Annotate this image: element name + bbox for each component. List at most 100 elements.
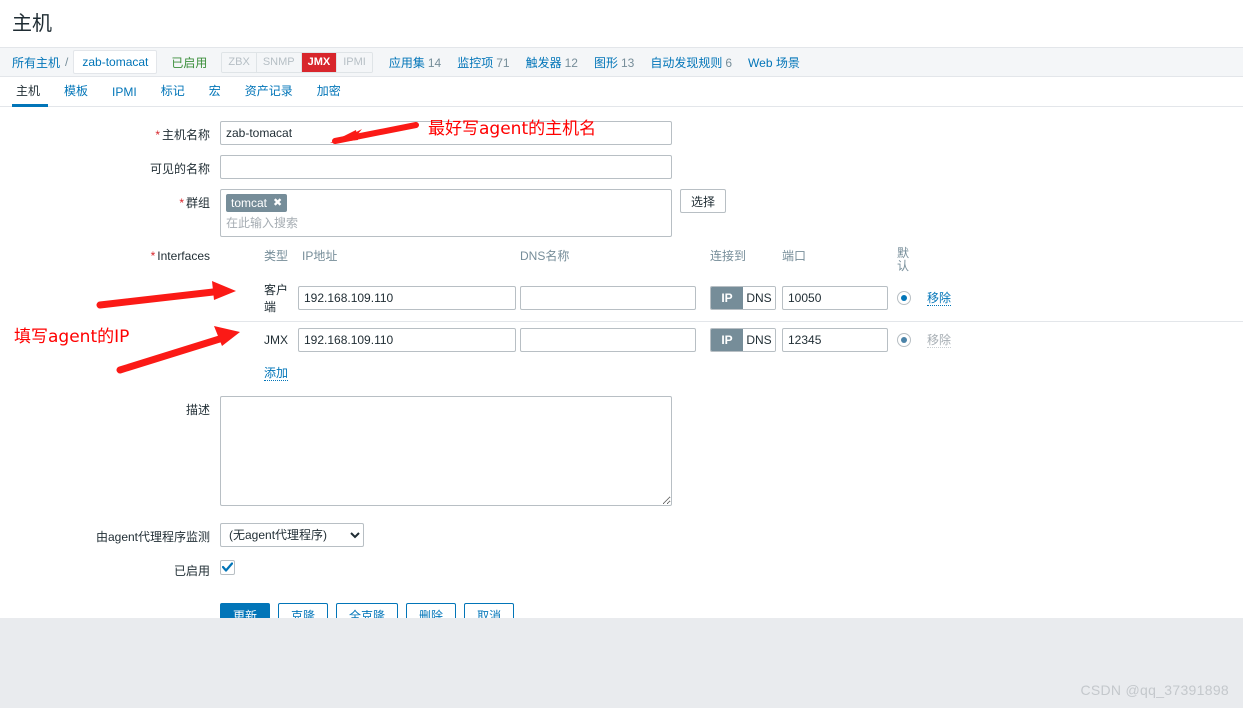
field-row-host-name: * 主机名称	[0, 121, 1243, 145]
tab-templates[interactable]: 模板	[52, 78, 100, 106]
protocol-badge-ipmi[interactable]: IPMI	[337, 52, 372, 72]
zabbix-host-config-page: 主机 所有主机 / zab-tomacat 已启用 ZBX SNMP JMX I…	[0, 0, 1243, 708]
tab-macros[interactable]: 宏	[197, 78, 233, 106]
interface-type-jmx: JMX	[264, 333, 288, 347]
protocol-badge-jmx[interactable]: JMX	[301, 52, 338, 72]
page-title-bar: 主机	[0, 0, 1243, 47]
interfaces-table-header: 类型 IP地址 DNS名称 连接到 端口 默 认	[220, 247, 1243, 275]
tab-host[interactable]: 主机	[12, 78, 52, 107]
host-form: *主机名称 可见的名称 *群组 tomcat ✖	[0, 107, 1243, 660]
page-background	[0, 618, 1243, 708]
tab-ipmi[interactable]: IPMI	[100, 81, 149, 106]
interface-port-input-jmx[interactable]	[782, 328, 888, 352]
host-groups-label-text: 群组	[185, 196, 210, 210]
required-marker: *	[150, 249, 156, 263]
connect-ip-option-jmx[interactable]: IP	[711, 329, 743, 351]
interface-default-cell-agent	[897, 289, 927, 307]
breadcrumb-web-scenarios[interactable]: Web 场景	[748, 54, 800, 71]
visible-name-label: 可见的名称	[149, 162, 210, 176]
interface-port-input-agent[interactable]	[782, 286, 888, 310]
breadcrumb-graphs-count: 13	[620, 55, 635, 70]
interface-connect-toggle-agent: IP DNS	[710, 286, 782, 310]
connect-ip-option-agent[interactable]: IP	[711, 287, 743, 309]
visible-name-control	[220, 155, 1243, 179]
host-groups-label: * 群组	[0, 189, 220, 211]
interface-action-cell-jmx: 移除	[927, 331, 977, 349]
interface-port-cell-agent	[782, 286, 897, 310]
tab-bar: 主机 模板 IPMI 标记 宏 资产记录 加密	[0, 77, 1243, 107]
interface-connect-toggle-jmx: IP DNS	[710, 328, 782, 352]
field-row-interfaces: * Interfaces 类型 IP地址 DNS名称 连接到 端口 默 认 客户端	[0, 247, 1243, 382]
description-label: 描述	[185, 403, 210, 417]
breadcrumb-applications[interactable]: 应用集 14	[389, 54, 441, 71]
interfaces-label-text: Interfaces	[157, 249, 210, 263]
breadcrumb-discovery-rules[interactable]: 自动发现规则 6	[650, 54, 732, 71]
tab-tags[interactable]: 标记	[149, 78, 197, 106]
breadcrumb-separator: /	[65, 55, 69, 69]
breadcrumb-applications-count: 14	[427, 55, 442, 70]
protocol-badge-zbx[interactable]: ZBX	[222, 52, 257, 72]
connect-toggle-group-agent: IP DNS	[710, 286, 776, 310]
breadcrumb-discovery-count: 6	[725, 55, 733, 70]
proxy-control: (无agent代理程序)	[220, 523, 1243, 547]
host-name-label-text: 主机名称	[161, 128, 210, 142]
breadcrumb-graphs[interactable]: 图形 13	[594, 54, 634, 71]
default-radio-jmx[interactable]	[897, 332, 911, 347]
host-name-input[interactable]	[220, 121, 672, 145]
interfaces-label: * Interfaces	[0, 247, 220, 263]
description-textarea[interactable]	[220, 396, 672, 506]
select-groups-button[interactable]: 选择	[680, 189, 727, 213]
proxy-select[interactable]: (无agent代理程序)	[220, 523, 364, 547]
interface-dns-input-agent[interactable]	[520, 286, 696, 310]
breadcrumb-items[interactable]: 监控项 71	[457, 54, 509, 71]
breadcrumb-applications-label: 应用集	[388, 55, 425, 70]
table-row: 客户端 IP DNS	[220, 275, 1243, 321]
tab-inventory[interactable]: 资产记录	[233, 78, 305, 106]
proxy-label: 由agent代理程序监测	[95, 530, 210, 544]
host-group-chip-label: tomcat	[231, 196, 268, 210]
host-groups-control: tomcat ✖ 在此输入搜索 选择	[220, 189, 1243, 237]
breadcrumb-triggers[interactable]: 触发器 12	[526, 54, 578, 71]
enabled-control	[220, 557, 1243, 578]
breadcrumb-all-hosts[interactable]: 所有主机	[12, 54, 60, 71]
connect-dns-option-jmx[interactable]: DNS	[743, 329, 775, 351]
interface-ip-input-agent[interactable]	[298, 286, 516, 310]
host-name-label: * 主机名称	[0, 121, 220, 143]
breadcrumb-graphs-label: 图形	[593, 55, 618, 70]
field-row-host-groups: * 群组 tomcat ✖ 在此输入搜索 选择	[0, 189, 1243, 237]
enabled-checkbox[interactable]	[220, 560, 235, 575]
header-default: 默 认	[897, 247, 927, 273]
remove-interface-link-jmx[interactable]: 移除	[927, 333, 952, 348]
interface-ip-cell-jmx	[298, 328, 520, 352]
enabled-label: 已启用	[173, 564, 210, 578]
host-name-control	[220, 121, 1243, 145]
connect-toggle-group-jmx: IP DNS	[710, 328, 776, 352]
interface-dns-cell-jmx	[520, 328, 710, 352]
breadcrumb-host-menu[interactable]: zab-tomacat	[73, 50, 158, 74]
header-type: 类型	[264, 249, 289, 263]
check-icon	[222, 562, 233, 572]
breadcrumb-triggers-count: 12	[564, 55, 578, 70]
visible-name-input[interactable]	[220, 155, 672, 179]
field-row-proxy: 由agent代理程序监测 (无agent代理程序)	[0, 523, 1243, 547]
close-icon[interactable]: ✖	[273, 195, 282, 211]
remove-interface-link-agent[interactable]: 移除	[927, 291, 952, 306]
host-status-link[interactable]: 已启用	[171, 54, 207, 71]
protocol-badge-snmp[interactable]: SNMP	[256, 52, 302, 72]
add-interface-row: 添加	[220, 364, 1243, 382]
default-radio-agent[interactable]	[897, 290, 911, 305]
breadcrumb-discovery-label: 自动发现规则	[650, 55, 723, 70]
tab-encryption[interactable]: 加密	[305, 78, 353, 106]
host-groups-multiselect[interactable]: tomcat ✖ 在此输入搜索	[220, 189, 672, 237]
interface-dns-input-jmx[interactable]	[520, 328, 696, 352]
connect-dns-option-agent[interactable]: DNS	[743, 287, 775, 309]
breadcrumb-items-label: 监控项	[457, 55, 494, 70]
breadcrumb-triggers-label: 触发器	[525, 55, 562, 70]
host-groups-search-input[interactable]: 在此输入搜索	[226, 212, 666, 231]
protocol-badge-group: ZBX SNMP JMX IPMI	[221, 51, 373, 73]
interface-ip-input-jmx[interactable]	[298, 328, 516, 352]
required-marker: *	[179, 196, 184, 210]
host-group-chip[interactable]: tomcat ✖	[226, 194, 288, 212]
interface-action-cell-agent: 移除	[927, 289, 977, 307]
add-interface-link[interactable]: 添加	[264, 366, 289, 381]
